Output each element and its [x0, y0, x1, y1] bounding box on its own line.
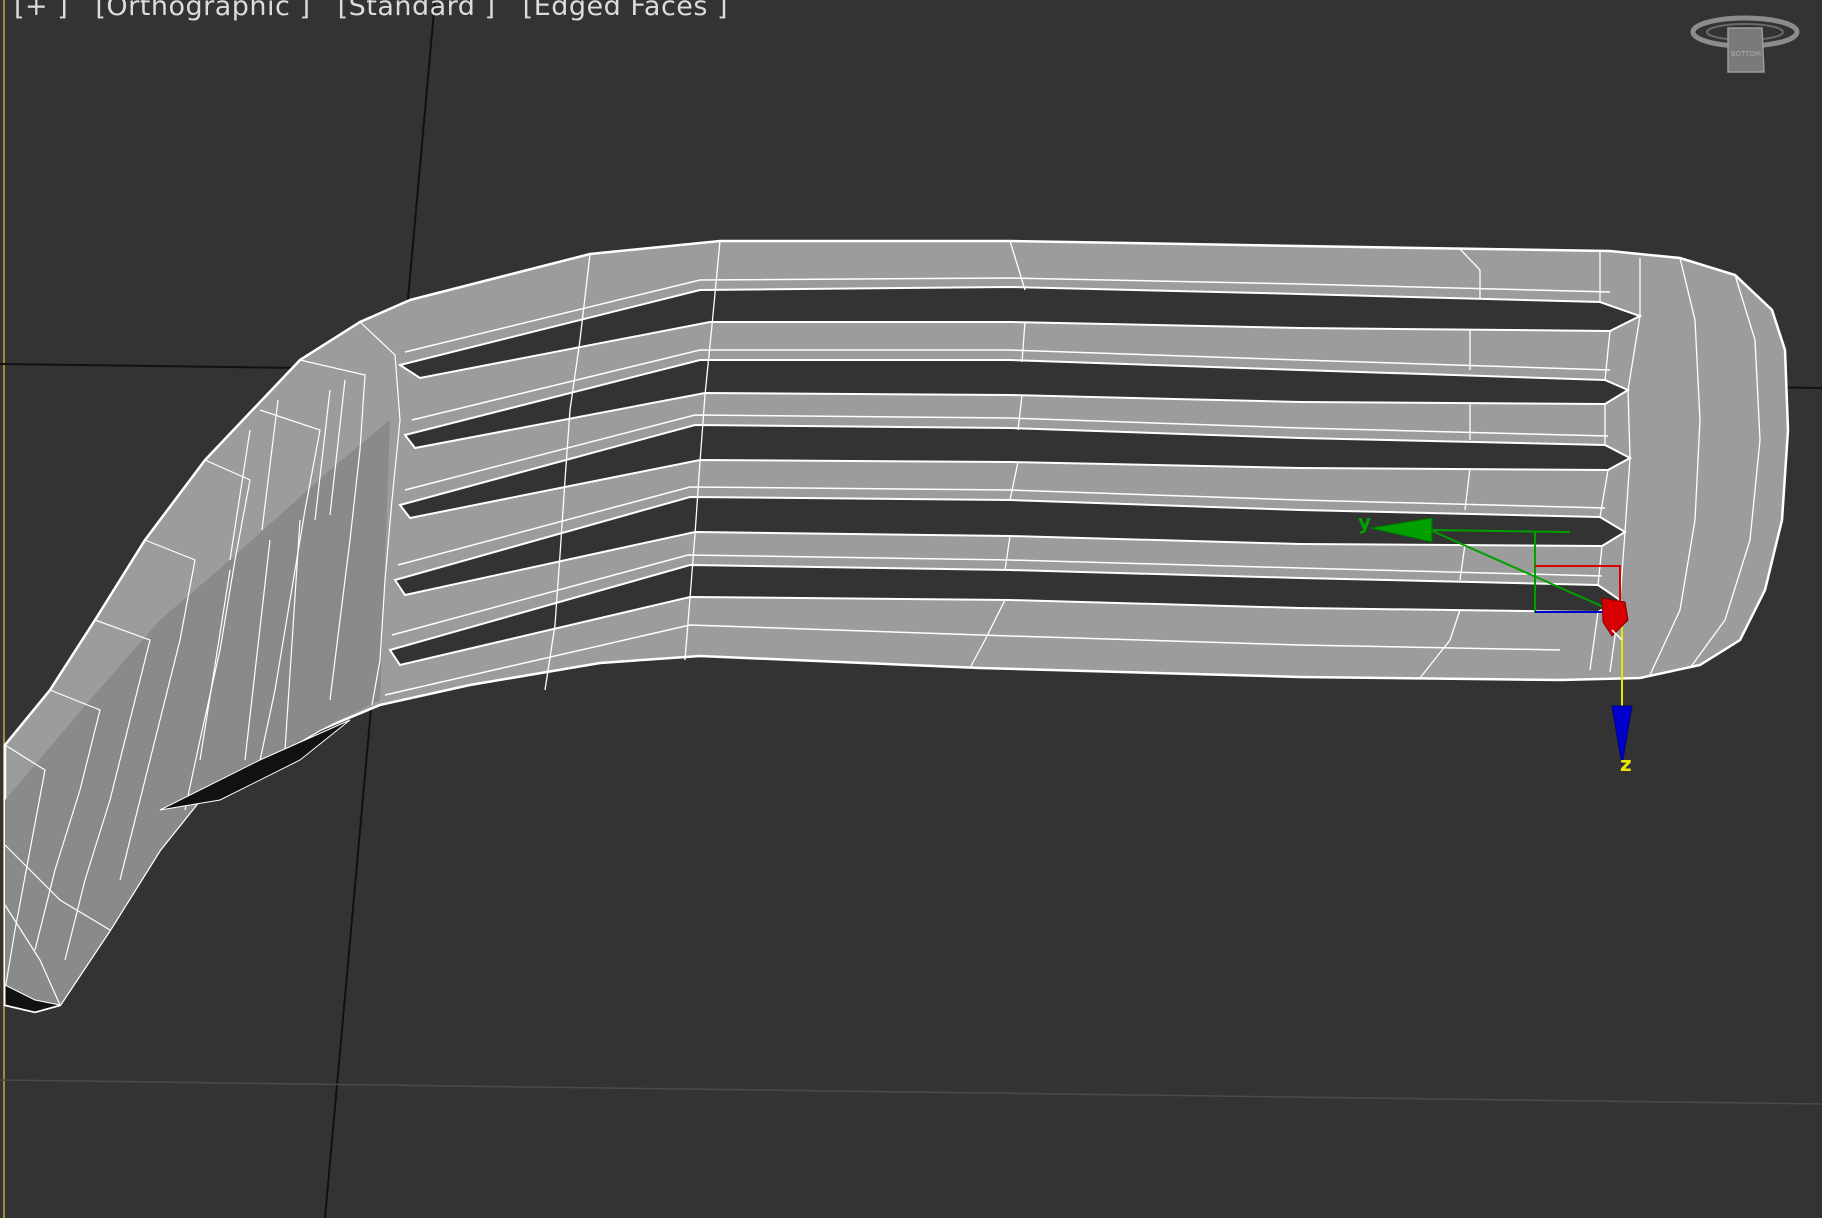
viewcube-icon[interactable]: BOTTOM	[1690, 10, 1800, 80]
vent-grille-mesh[interactable]	[3, 239, 1790, 1014]
viewport-label-menu[interactable]: [+ ] [Orthographic ] [Standard ] [Edged …	[14, 0, 746, 22]
scene-canvas[interactable]	[0, 0, 1822, 1218]
home-grid-line	[0, 1079, 1822, 1105]
viewport-shading-edged-menu[interactable]: [Edged Faces ]	[523, 0, 728, 22]
gizmo-z-label: z	[1620, 752, 1632, 776]
viewport-view-menu[interactable]: [Orthographic ]	[95, 0, 310, 22]
perspective-viewport[interactable]: y z [+ ] [Orthographic ] [Standard ] [Ed…	[0, 0, 1822, 1218]
viewport-shading-standard-menu[interactable]: [Standard ]	[338, 0, 496, 22]
viewcube-face-label: BOTTOM	[1731, 50, 1761, 58]
viewport-plus-menu[interactable]: [+ ]	[14, 0, 68, 22]
gizmo-y-label: y	[1358, 510, 1372, 534]
